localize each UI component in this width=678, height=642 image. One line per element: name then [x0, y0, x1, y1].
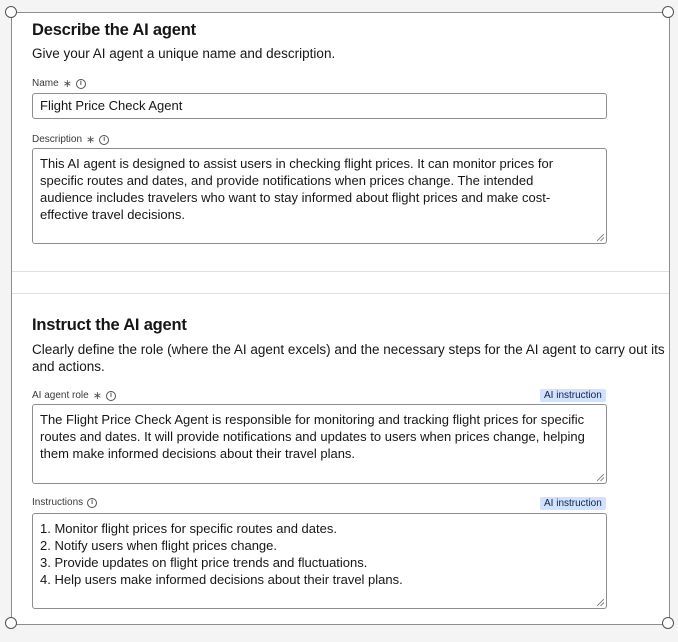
describe-title: Describe the AI agent	[32, 21, 196, 39]
instructions-textarea[interactable]: 1. Monitor flight prices for specific ro…	[32, 513, 607, 609]
name-label: Name	[32, 78, 59, 89]
info-icon[interactable]: i	[105, 390, 116, 401]
description-label-row: Description ∗ i	[32, 133, 110, 146]
resize-handle-icon[interactable]	[597, 474, 604, 481]
description-line: This AI agent is designed to assist user…	[40, 156, 554, 171]
name-input-value: Flight Price Check Agent	[40, 98, 183, 113]
asterisk-icon: ∗	[62, 78, 72, 90]
instruct-section: Instruct the AI agent Clearly define the…	[32, 316, 670, 375]
description-line: effective travel decisions.	[40, 207, 185, 222]
name-input[interactable]: Flight Price Check Agent	[32, 93, 607, 119]
section-divider	[12, 271, 669, 272]
description-label: Description	[32, 134, 83, 145]
instruction-line: 1. Monitor flight prices for specific ro…	[40, 521, 337, 536]
ai-instruction-tag: AI instruction	[540, 497, 606, 510]
role-label-row: AI agent role ∗ i	[32, 389, 116, 402]
instructions-label-row: Instructions i	[32, 497, 98, 508]
corner-resize-handle[interactable]	[662, 617, 674, 629]
corner-resize-handle[interactable]	[5, 6, 17, 18]
description-line: audience includes travelers who want to …	[40, 190, 551, 205]
instruct-subtitle: Clearly define the role (where the AI ag…	[32, 341, 670, 375]
role-textarea[interactable]: The Flight Price Check Agent is responsi…	[32, 404, 607, 484]
instruct-subtitle-line: and actions.	[32, 359, 105, 374]
resize-handle-icon[interactable]	[597, 599, 604, 606]
role-line: The Flight Price Check Agent is responsi…	[40, 412, 585, 427]
info-icon[interactable]: i	[75, 78, 86, 89]
description-textarea[interactable]: This AI agent is designed to assist user…	[32, 148, 607, 244]
section-divider	[12, 293, 669, 294]
role-line: them make informed decisions about their…	[40, 446, 356, 461]
corner-resize-handle[interactable]	[5, 617, 17, 629]
description-line: specific routes and dates, and provide n…	[40, 173, 534, 188]
ai-instruction-tag: AI instruction	[540, 389, 606, 402]
corner-resize-handle[interactable]	[662, 6, 674, 18]
instruction-line: 4. Help users make informed decisions ab…	[40, 572, 403, 587]
asterisk-icon: ∗	[86, 134, 96, 146]
resize-handle-icon[interactable]	[597, 234, 604, 241]
instructions-label: Instructions	[32, 497, 84, 508]
name-label-row: Name ∗ i	[32, 77, 86, 90]
info-icon[interactable]: i	[87, 497, 98, 508]
describe-subtitle: Give your AI agent a unique name and des…	[32, 46, 336, 61]
asterisk-icon: ∗	[92, 390, 102, 402]
role-line: routes and dates. It will provide notifi…	[40, 429, 585, 444]
describe-section: Describe the AI agent Give your AI agent…	[32, 21, 335, 62]
instruct-subtitle-line: Clearly define the role (where the AI ag…	[32, 342, 670, 357]
agent-config-panel: Describe the AI agent Give your AI agent…	[11, 12, 670, 625]
info-icon[interactable]: i	[99, 134, 110, 145]
instruction-line: 2. Notify users when flight prices chang…	[40, 538, 278, 553]
instruction-line: 3. Provide updates on flight price trend…	[40, 555, 368, 570]
instruct-title: Instruct the AI agent	[32, 316, 187, 334]
role-label: AI agent role	[32, 390, 89, 401]
